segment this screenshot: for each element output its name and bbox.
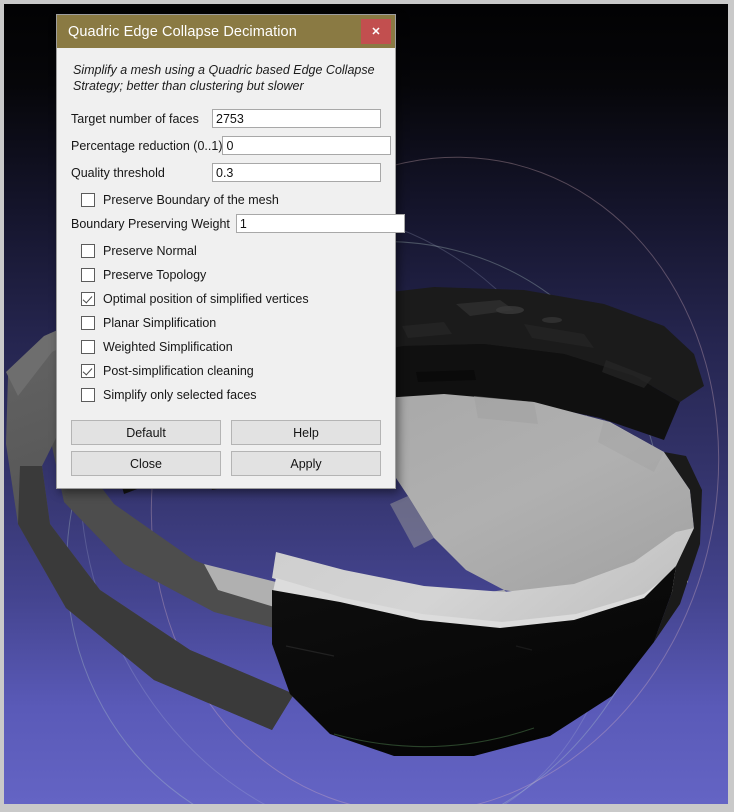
dialog-titlebar[interactable]: Quadric Edge Collapse Decimation ✕	[57, 15, 395, 48]
dialog-title: Quadric Edge Collapse Decimation	[68, 23, 297, 40]
input-percentage-reduction[interactable]	[222, 136, 392, 155]
quadric-edge-collapse-dialog: Quadric Edge Collapse Decimation ✕ Simpl…	[56, 14, 405, 489]
checkbox-label-preserve-boundary: Preserve Boundary of the mesh	[103, 193, 279, 207]
apply-button[interactable]: Apply	[231, 451, 381, 476]
checkbox-row-preserve-normal[interactable]: Preserve Normal	[71, 240, 381, 262]
label-boundary-weight: Boundary Preserving Weight	[71, 216, 230, 231]
input-target-faces[interactable]	[212, 109, 381, 128]
checkbox-optimal-position[interactable]	[81, 292, 95, 306]
screenshot-frame: Quadric Edge Collapse Decimation ✕ Simpl…	[0, 0, 734, 812]
label-percentage-reduction: Percentage reduction (0..1)	[71, 138, 223, 153]
input-quality-threshold[interactable]	[212, 163, 381, 182]
checkbox-row-simplify-selected-faces[interactable]: Simplify only selected faces	[71, 384, 381, 406]
checkbox-label-weighted-simplification: Weighted Simplification	[103, 340, 233, 354]
checkbox-row-post-simplification-cleaning[interactable]: Post-simplification cleaning	[71, 360, 381, 382]
input-boundary-weight[interactable]	[235, 214, 405, 233]
checkbox-weighted-simplification[interactable]	[81, 340, 95, 354]
checkbox-preserve-topology[interactable]	[81, 268, 95, 282]
field-row-boundary-weight: Boundary Preserving Weight	[71, 213, 405, 234]
checkbox-label-simplify-selected-faces: Simplify only selected faces	[103, 388, 257, 402]
checkbox-label-planar-simplification: Planar Simplification	[103, 316, 217, 330]
close-button[interactable]: Close	[71, 451, 221, 476]
label-target-faces: Target number of faces	[71, 111, 199, 126]
field-row-percentage-reduction: Percentage reduction (0..1)	[71, 135, 392, 156]
checkbox-simplify-selected-faces[interactable]	[81, 388, 95, 402]
checkbox-planar-simplification[interactable]	[81, 316, 95, 330]
dialog-body: Simplify a mesh using a Quadric based Ed…	[57, 48, 405, 488]
checkbox-label-optimal-position: Optimal position of simplified vertices	[103, 292, 309, 306]
checkbox-label-preserve-topology: Preserve Topology	[103, 268, 207, 282]
checkbox-row-preserve-boundary[interactable]: Preserve Boundary of the mesh	[71, 189, 381, 211]
checkbox-post-simplification-cleaning[interactable]	[81, 364, 95, 378]
dialog-button-grid: Default Help Close Apply	[71, 420, 381, 476]
checkbox-row-optimal-position[interactable]: Optimal position of simplified vertices	[71, 288, 381, 310]
checkbox-row-planar-simplification[interactable]: Planar Simplification	[71, 312, 381, 334]
checkbox-label-preserve-normal: Preserve Normal	[103, 244, 197, 258]
close-icon[interactable]: ✕	[361, 19, 391, 44]
checkbox-preserve-normal[interactable]	[81, 244, 95, 258]
checkbox-row-preserve-topology[interactable]: Preserve Topology	[71, 264, 381, 286]
dialog-description: Simplify a mesh using a Quadric based Ed…	[73, 63, 375, 93]
checkbox-preserve-boundary[interactable]	[81, 193, 95, 207]
checkbox-row-weighted-simplification[interactable]: Weighted Simplification	[71, 336, 381, 358]
3d-viewport[interactable]: Quadric Edge Collapse Decimation ✕ Simpl…	[4, 4, 728, 804]
checkbox-label-post-simplification-cleaning: Post-simplification cleaning	[103, 364, 254, 378]
field-row-quality-threshold: Quality threshold	[71, 162, 381, 183]
label-quality-threshold: Quality threshold	[71, 165, 165, 180]
help-button[interactable]: Help	[231, 420, 381, 445]
field-row-target-faces: Target number of faces	[71, 108, 381, 129]
default-button[interactable]: Default	[71, 420, 221, 445]
